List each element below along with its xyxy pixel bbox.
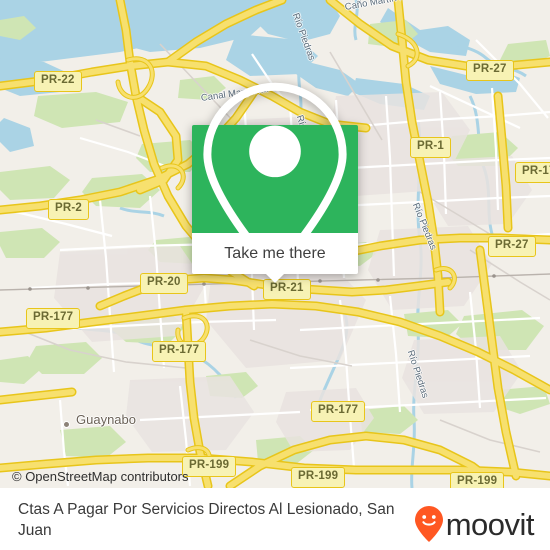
road-shield-pr27[interactable]: PR-27 [466, 60, 514, 81]
moovit-wordmark: moovit [445, 506, 535, 542]
map-canvas[interactable]: Canal Margarita Caño Martín Peña Río Pie… [0, 0, 550, 488]
road-shield-pr1[interactable]: PR-1 [410, 137, 452, 158]
road-shield-pr22[interactable]: PR-22 [34, 71, 82, 92]
osm-attribution[interactable]: © OpenStreetMap contributors [12, 469, 189, 484]
place-marker-guaynabo [63, 421, 70, 428]
place-label-guaynabo: Guaynabo [76, 412, 136, 427]
road-shield-pr199-left[interactable]: PR-199 [182, 456, 237, 477]
poi-card-pointer [265, 273, 285, 283]
road-shield-pr177-left[interactable]: PR-177 [26, 308, 81, 329]
road-shield-pr199-right[interactable]: PR-199 [450, 472, 505, 488]
place-title: Ctas A Pagar Por Servicios Directos Al L… [18, 501, 395, 539]
moovit-logo[interactable]: moovit [414, 505, 535, 543]
road-shield-pr17[interactable]: PR-17 [515, 162, 550, 183]
location-pin-icon [203, 82, 347, 278]
poi-callout-card[interactable]: Take me there [192, 82, 358, 283]
road-shield-pr27-lower[interactable]: PR-27 [488, 236, 536, 257]
road-shield-pr20[interactable]: PR-20 [140, 273, 188, 294]
moovit-map-screen: Canal Margarita Caño Martín Peña Río Pie… [0, 0, 550, 550]
moovit-smiley-pin-icon [414, 506, 443, 542]
road-shield-pr2[interactable]: PR-2 [48, 199, 90, 220]
road-shield-pr199-mid[interactable]: PR-199 [291, 467, 346, 488]
poi-card-header [192, 82, 358, 278]
footer-bar: Ctas A Pagar Por Servicios Directos Al L… [0, 488, 550, 550]
take-me-there-label: Take me there [224, 244, 326, 262]
